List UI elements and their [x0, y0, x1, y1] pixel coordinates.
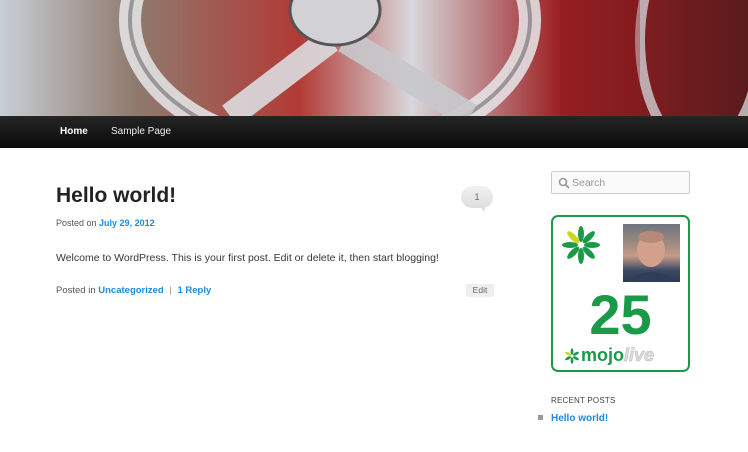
primary-nav: Home Sample Page	[0, 116, 748, 148]
comment-count-bubble[interactable]: 1	[461, 186, 493, 212]
nav-item-home[interactable]: Home	[60, 116, 88, 148]
mojolive-badge[interactable]: 25 mojolive	[551, 215, 690, 372]
posted-in-label: Posted in	[56, 285, 96, 296]
posted-on-label: Posted on	[56, 218, 97, 228]
post-meta: Posted on July 29, 2012	[56, 218, 155, 228]
small-flower-icon	[565, 348, 579, 364]
recent-post-item: Hello world!	[538, 413, 608, 424]
post-footer-meta: Posted in Uncategorized | 1 Reply	[56, 285, 211, 296]
reply-link[interactable]: 1 Reply	[177, 285, 211, 296]
header-banner-image	[0, 0, 748, 116]
category-link[interactable]: Uncategorized	[98, 285, 163, 296]
search-input[interactable]	[572, 175, 686, 191]
mojolive-brand: mojolive	[581, 345, 655, 366]
list-bullet	[538, 415, 543, 420]
badge-score: 25	[589, 283, 652, 346]
flower-logo-icon	[562, 226, 600, 264]
post-title-link[interactable]: Hello world!	[56, 184, 176, 208]
search-form	[551, 171, 690, 194]
search-icon	[558, 177, 570, 189]
brand-mojo: mojo	[581, 345, 624, 365]
recent-posts-heading: RECENT POSTS	[551, 396, 616, 405]
brand-live: live	[624, 345, 655, 366]
meta-separator: |	[169, 285, 172, 296]
post-date-link[interactable]: July 29, 2012	[99, 218, 155, 228]
post-content: Welcome to WordPress. This is your first…	[56, 252, 439, 264]
edit-post-button[interactable]: Edit	[466, 284, 494, 297]
recent-post-link[interactable]: Hello world!	[551, 413, 608, 424]
nav-item-sample-page[interactable]: Sample Page	[111, 116, 171, 148]
profile-avatar	[623, 224, 680, 282]
